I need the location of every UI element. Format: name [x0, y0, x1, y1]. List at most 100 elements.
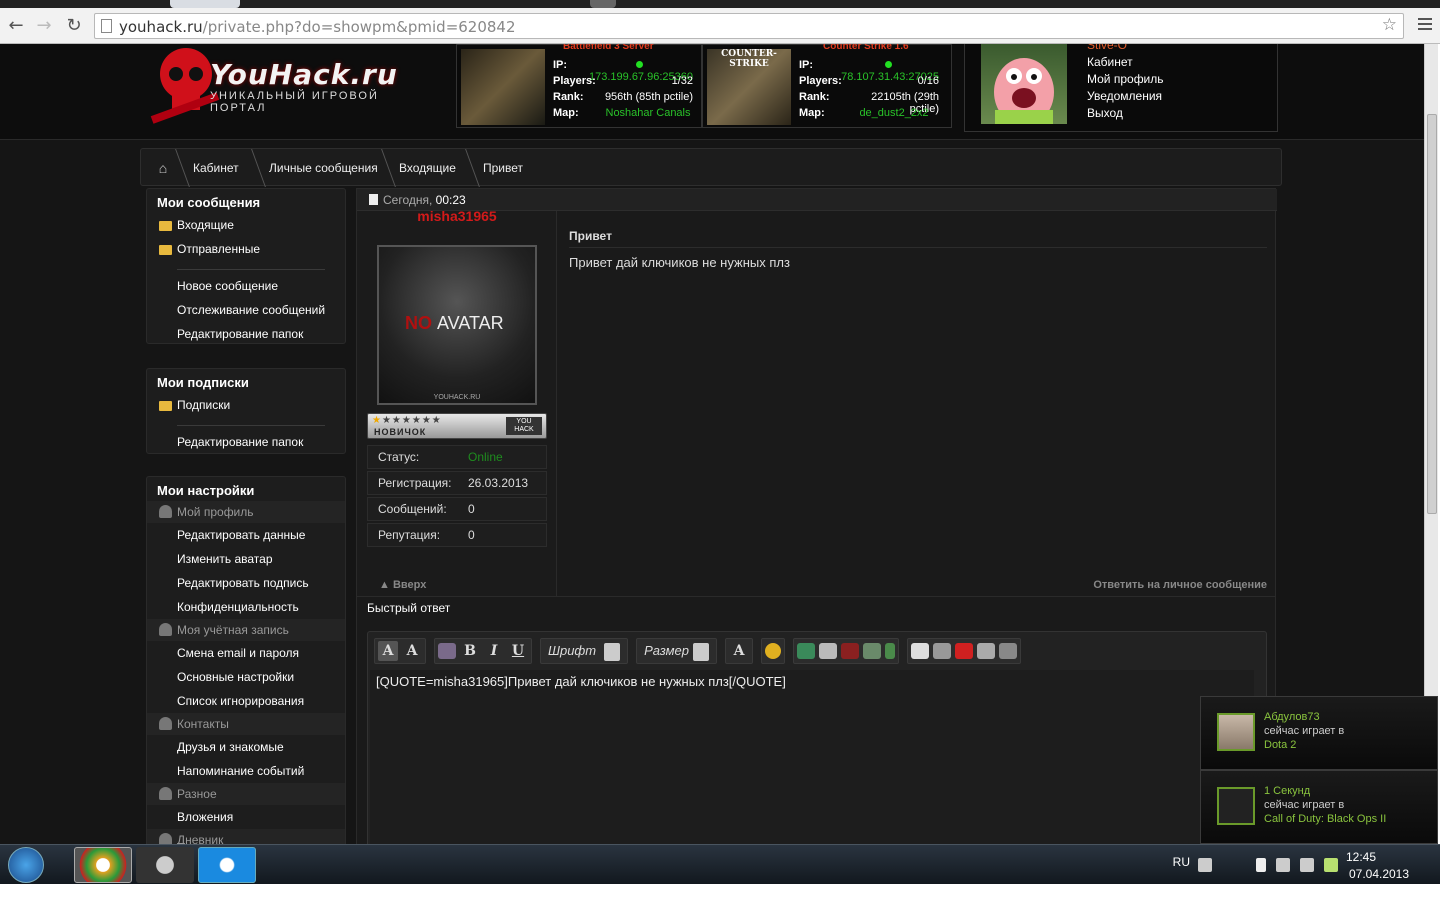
breadcrumb-cabinet[interactable]: Кабинет	[193, 149, 239, 187]
server-title: Counter Strike 1.6	[823, 44, 909, 52]
paint-icon[interactable]	[438, 643, 456, 659]
sidebar-subscriptions: Мои подписки Подписки Редактирование пап…	[146, 368, 346, 454]
smiley-icon[interactable]	[765, 643, 782, 659]
menu-icon[interactable]	[1418, 18, 1432, 32]
sidebar-item-subscriptions[interactable]: Подписки	[147, 393, 345, 417]
server-ip-label: IP:	[553, 59, 568, 71]
chrome-icon[interactable]	[74, 847, 132, 883]
sidebar-item-event-reminders[interactable]: Напоминание событий	[147, 759, 345, 783]
address-bar[interactable]: youhack.ru/private.php?do=showpm&pmid=62…	[94, 13, 1404, 39]
italic-icon[interactable]: I	[484, 641, 504, 661]
username-link[interactable]: Stive-O	[1087, 44, 1164, 55]
underline-icon[interactable]: U	[508, 641, 528, 661]
server-screenshot	[461, 49, 545, 125]
bold-icon[interactable]: B	[460, 641, 480, 661]
volume-icon[interactable]	[1300, 858, 1314, 872]
sidebar-item-edit-signature[interactable]: Редактировать подпись	[147, 571, 345, 595]
tray-arrow-icon[interactable]	[1256, 858, 1266, 872]
notifications-link[interactable]: Уведомления	[1087, 89, 1164, 106]
forward-icon[interactable]: →	[32, 14, 56, 38]
site-logo[interactable]: YouHack.ru Уникальный игровой портал	[150, 44, 440, 134]
screen-bottom	[0, 884, 1440, 900]
sidebar-item-sent[interactable]: Отправленные	[147, 237, 345, 261]
logout-link[interactable]: Выход	[1087, 106, 1164, 123]
page-icon	[101, 19, 112, 33]
flag-icon[interactable]	[1276, 858, 1290, 872]
media-icon[interactable]	[977, 643, 996, 659]
sidebar-item-inbox[interactable]: Входящие	[147, 213, 345, 237]
message-time: 00:23	[435, 193, 466, 207]
image-icon[interactable]	[863, 643, 882, 659]
unlink-icon[interactable]	[841, 643, 860, 659]
cabinet-link[interactable]: Кабинет	[1087, 55, 1164, 72]
breadcrumb-private-messages[interactable]: Личные сообщения	[269, 149, 378, 187]
post-author: misha31965 NO AVATAR YOUHACK.RU ★★★★★★★ …	[357, 208, 557, 599]
bookmark-star-icon[interactable]: ☆	[1382, 15, 1397, 35]
breadcrumb-inbox[interactable]: Входящие	[399, 149, 456, 187]
stat-status: Статус: Online	[367, 445, 547, 469]
font-select[interactable]: Шрифт	[544, 641, 624, 661]
sidebar-item-general-settings[interactable]: Основные настройки	[147, 665, 345, 689]
my-profile-link[interactable]: Мой профиль	[1087, 72, 1164, 89]
steam-notification[interactable]: Абдулов73 сейчас играет в Dota 2	[1200, 696, 1438, 770]
remove-format-icon[interactable]: A	[402, 641, 422, 661]
reply-textarea[interactable]: [QUOTE=misha31965]Привет дай ключиков не…	[370, 670, 1254, 844]
author-name[interactable]: misha31965	[357, 208, 557, 224]
breadcrumb: ⌂ Кабинет Личные сообщения Входящие Прив…	[140, 148, 1282, 187]
skype-icon[interactable]	[198, 847, 256, 883]
sidebar-item-email-password[interactable]: Смена email и пароля	[147, 641, 345, 665]
logo-brand: YouHack.ru	[210, 58, 398, 91]
sidebar-item-friends[interactable]: Друзья и знакомые	[147, 735, 345, 759]
steam-notification[interactable]: 1 Секунд сейчас играет в Call of Duty: B…	[1200, 770, 1438, 844]
switch-mode-icon[interactable]: A	[378, 641, 398, 661]
attachment-icon[interactable]	[885, 643, 896, 659]
site-header: YouHack.ru Уникальный игровой портал Bat…	[0, 44, 1424, 140]
sidebar-item-track-messages[interactable]: Отслеживание сообщений	[147, 298, 345, 322]
scroll-top-link[interactable]: ▲ Вверх	[379, 579, 426, 591]
author-avatar[interactable]: NO AVATAR YOUHACK.RU	[377, 245, 537, 405]
browser-tab[interactable]	[170, 0, 240, 8]
sidebar-item-attachments[interactable]: Вложения	[147, 805, 345, 829]
back-icon[interactable]: ←	[4, 14, 28, 38]
scrollbar-thumb[interactable]	[1427, 114, 1437, 514]
group-contacts: Контакты	[147, 713, 345, 735]
reply-pm-link[interactable]: Ответить на личное сообщение	[1093, 579, 1267, 591]
sidebar-item-ignore-list[interactable]: Список игнорирования	[147, 689, 345, 713]
music-icon[interactable]	[955, 643, 974, 659]
taskbar: RU 12:45 07.04.2013	[0, 844, 1440, 884]
post-text: Привет дай ключиков не нужных плз	[569, 255, 790, 270]
sidebar-item-change-avatar[interactable]: Изменить аватар	[147, 547, 345, 571]
user-avatar[interactable]	[981, 44, 1067, 126]
server-widget-cs[interactable]: COUNTER-STRIKE Counter Strike 1.6 IP: 78.…	[702, 44, 952, 128]
sidebar-item-privacy[interactable]: Конфиденциальность	[147, 595, 345, 619]
email-icon[interactable]	[819, 643, 838, 659]
language-indicator[interactable]: RU	[1173, 855, 1190, 869]
quote-icon[interactable]	[911, 643, 930, 659]
expand-icon[interactable]	[999, 643, 1018, 659]
logo-tagline: Уникальный игровой портал	[210, 90, 379, 114]
server-rank-label: Rank:	[799, 91, 830, 103]
reload-icon[interactable]: ↻	[62, 14, 86, 38]
size-select[interactable]: Размер	[640, 641, 713, 661]
clock-time[interactable]: 12:45	[1326, 850, 1396, 864]
sidebar-item-edit-folders[interactable]: Редактирование папок	[147, 322, 345, 346]
text-color-icon[interactable]: A	[729, 641, 749, 661]
sidebar-item-new-message[interactable]: Новое сообщение	[147, 274, 345, 298]
server-widget-bf3[interactable]: Battlefield 3 Server IP: 173.199.67.96:25…	[456, 44, 702, 128]
link-icon[interactable]	[797, 643, 816, 659]
windows-start-icon[interactable]	[8, 847, 44, 883]
friend-avatar	[1217, 713, 1255, 751]
browser-toolbar: ← → ↻ youhack.ru/private.php?do=showpm&p…	[0, 8, 1440, 44]
keyboard-icon[interactable]	[1198, 858, 1212, 872]
spoiler-icon[interactable]	[933, 643, 952, 659]
contacts-icon	[159, 717, 172, 730]
steam-icon[interactable]	[136, 847, 194, 883]
divider	[177, 269, 325, 270]
clock-date[interactable]: 07.04.2013	[1344, 867, 1414, 881]
sidebar-heading: Мои подписки	[157, 375, 249, 390]
sidebar-item-edit-folders[interactable]: Редактирование папок	[147, 430, 345, 454]
avatar-watermark: YOUHACK.RU	[433, 394, 481, 401]
browser-tab[interactable]	[590, 0, 616, 8]
server-ip-label: IP:	[799, 59, 814, 71]
sidebar-item-edit-data[interactable]: Редактировать данные	[147, 523, 345, 547]
